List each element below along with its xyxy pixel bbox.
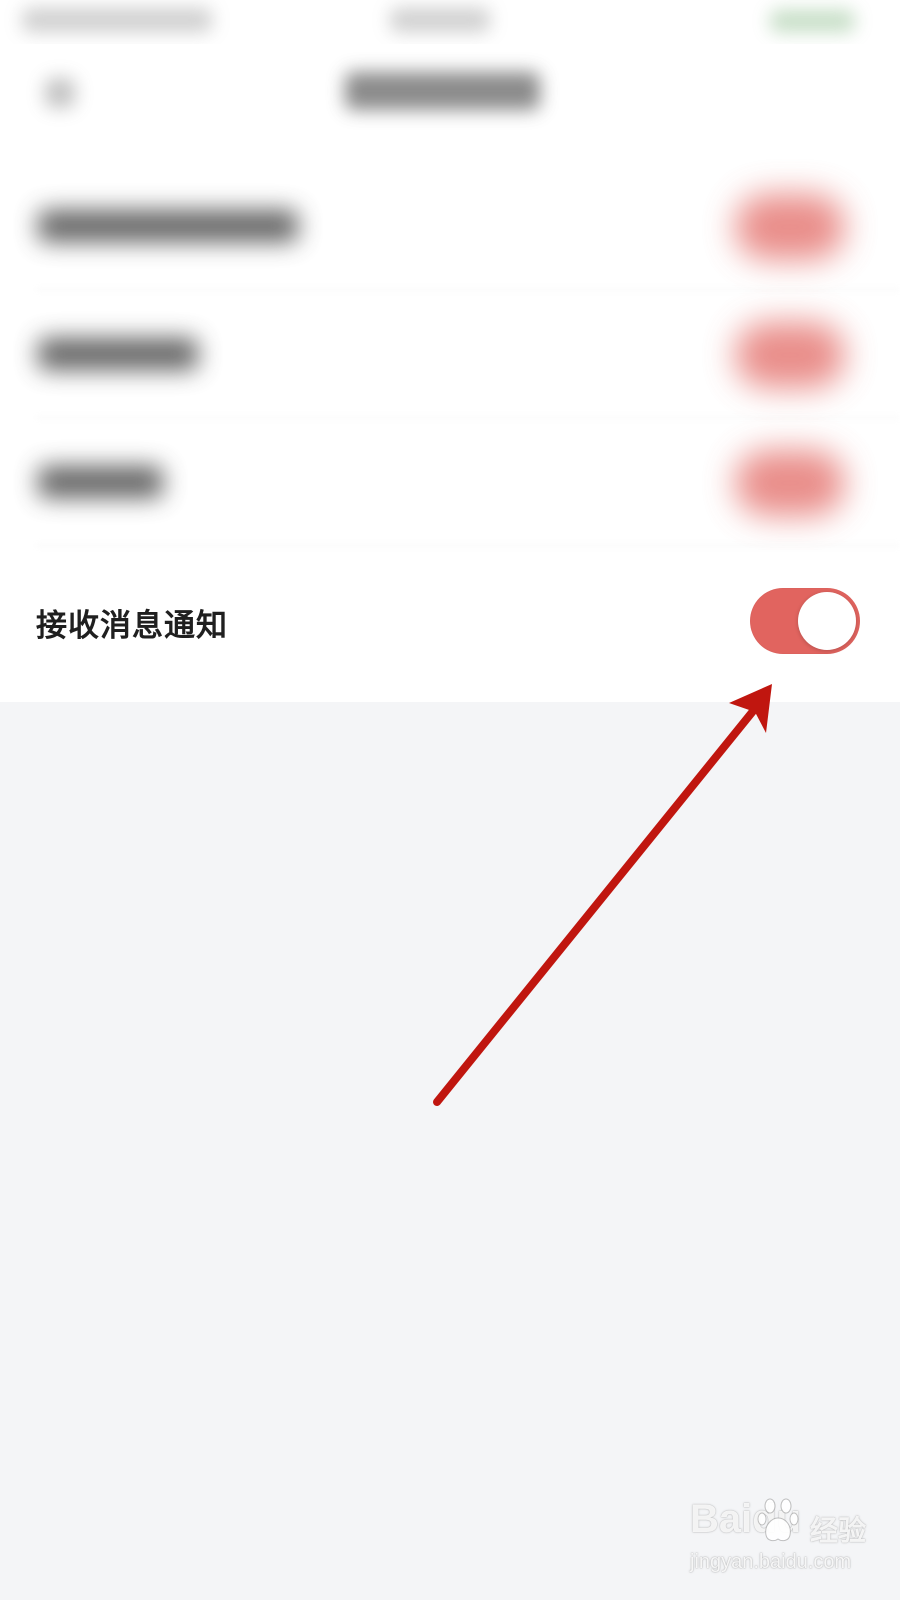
row-divider [36,545,900,546]
message-notification-row[interactable]: 接收消息通知 [0,560,900,684]
setting-label-blurred [38,466,163,498]
status-battery-blurred [770,10,855,32]
toggle-knob[interactable] [798,592,856,650]
message-notification-label: 接收消息通知 [36,608,228,644]
toggle-switch-blurred[interactable] [735,322,845,388]
paw-icon [757,1498,799,1542]
header [0,44,900,162]
watermark-url: jingyan.baidu.com [690,1551,852,1573]
watermark: Baidu 经验 jingyan.baidu.com [690,1495,870,1585]
setting-label-blurred [38,338,198,370]
arrow-shaft [433,696,766,1106]
status-bar [0,0,900,44]
status-left-blurred [22,8,212,32]
watermark-text: 经验 [810,1514,867,1547]
status-time-blurred [390,8,490,32]
settings-row-blurred-2 [0,290,900,418]
back-icon[interactable] [45,78,75,108]
toggle-switch-blurred[interactable] [735,194,845,260]
message-notification-toggle[interactable] [750,588,860,654]
page-title-blurred [345,72,540,110]
settings-row-blurred-1 [0,162,900,290]
setting-label-blurred [38,210,298,242]
toggle-switch-blurred[interactable] [735,450,845,516]
settings-row-blurred-3 [0,418,900,546]
